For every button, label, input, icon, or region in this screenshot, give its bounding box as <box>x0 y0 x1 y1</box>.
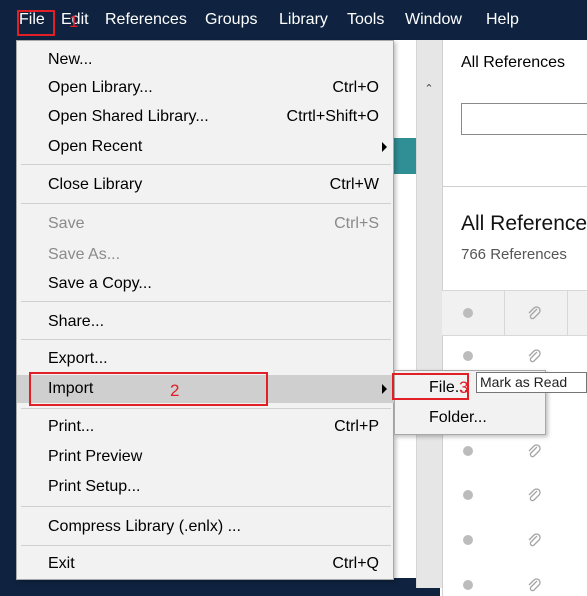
menu-item-label: Close Library <box>48 176 143 193</box>
submenu-arrow-icon <box>382 142 387 152</box>
file-menu: New... Open Library... Ctrl+O Open Share… <box>16 40 395 580</box>
menu-item-label: Open Shared Library... <box>48 108 209 125</box>
annotation-step-2: 2 <box>170 381 180 400</box>
annotation-box-file <box>17 10 55 36</box>
read-status-icon[interactable] <box>463 446 473 456</box>
menu-item-label: New... <box>48 51 93 68</box>
pane-divider <box>442 186 587 187</box>
attachment-icon <box>528 349 541 363</box>
submenu-item-folder[interactable]: Folder... <box>395 404 547 432</box>
menu-item-open-shared-library[interactable]: Open Shared Library... Ctrtl+Shift+O <box>17 104 395 129</box>
search-input[interactable] <box>461 103 587 135</box>
menu-separator <box>21 545 391 546</box>
menu-item-new[interactable]: New... <box>17 47 395 72</box>
menu-item-save-a-copy[interactable]: Save a Copy... <box>17 271 395 296</box>
column-separator[interactable] <box>567 290 568 336</box>
bottom-bar <box>0 578 440 596</box>
menu-item-label: Export... <box>48 350 108 367</box>
menu-item-print-setup[interactable]: Print Setup... <box>17 474 395 499</box>
menu-references[interactable]: References <box>105 0 187 40</box>
left-panel <box>0 40 16 596</box>
library-heading: All References <box>461 212 587 235</box>
menu-item-exit[interactable]: Exit Ctrl+Q <box>17 551 395 576</box>
attachment-icon <box>528 533 541 547</box>
menu-item-shortcut: Ctrl+P <box>334 418 379 435</box>
tooltip: Mark as Read <box>476 372 587 393</box>
menu-item-share[interactable]: Share... <box>17 309 395 334</box>
menu-item-close-library[interactable]: Close Library Ctrl+W <box>17 172 395 197</box>
menu-item-label: Open Library... <box>48 79 153 96</box>
menu-item-export[interactable]: Export... <box>17 346 395 371</box>
read-status-icon[interactable] <box>463 535 473 545</box>
annotation-step-1: 1 <box>69 12 79 31</box>
annotation-step-3: 3 <box>459 378 469 397</box>
annotation-box-file-submenu <box>392 373 469 400</box>
menu-tools[interactable]: Tools <box>347 0 384 40</box>
menu-separator <box>21 506 391 507</box>
menu-window[interactable]: Window <box>405 0 462 40</box>
menubar: File Edit References Groups Library Tool… <box>0 0 587 40</box>
read-status-icon[interactable] <box>463 351 473 361</box>
menu-item-label: Print Setup... <box>48 478 141 495</box>
column-separator[interactable] <box>504 290 505 336</box>
reference-count: 766 References <box>461 246 567 263</box>
menu-separator <box>21 164 391 165</box>
menu-item-label: Print Preview <box>48 448 143 465</box>
menu-library[interactable]: Library <box>279 0 328 40</box>
menu-item-shortcut: Ctrl+S <box>334 215 379 232</box>
menu-item-print-preview[interactable]: Print Preview <box>17 444 395 469</box>
menu-item-label: Save As... <box>48 246 121 263</box>
menu-separator <box>21 203 391 204</box>
menu-item-shortcut: Ctrtl+Shift+O <box>286 108 379 125</box>
attachment-icon <box>528 488 541 502</box>
scroll-up-icon[interactable]: ⌃ <box>420 82 438 98</box>
menu-item-print[interactable]: Print... Ctrl+P <box>17 414 395 439</box>
read-status-icon[interactable] <box>463 580 473 590</box>
menu-item-save-as[interactable]: Save As... <box>17 242 395 267</box>
menu-item-label: Save a Copy... <box>48 275 152 292</box>
read-status-icon[interactable] <box>463 308 473 318</box>
menu-item-compress-library[interactable]: Compress Library (.enlx) ... <box>17 514 395 539</box>
scrollbar[interactable] <box>416 40 442 588</box>
menu-item-shortcut: Ctrl+O <box>332 79 379 96</box>
menu-item-open-recent[interactable]: Open Recent <box>17 134 395 159</box>
menu-item-label: Exit <box>48 555 75 572</box>
pane-header-title: All References <box>461 54 566 71</box>
attachment-icon <box>528 578 541 592</box>
annotation-box-import <box>29 372 268 406</box>
menu-help[interactable]: Help <box>486 0 519 40</box>
menu-item-save[interactable]: Save Ctrl+S <box>17 211 395 236</box>
menu-separator <box>21 301 391 302</box>
menu-item-label: Compress Library (.enlx) ... <box>48 518 241 535</box>
menu-separator <box>21 339 391 340</box>
menu-item-label: Share... <box>48 313 105 330</box>
submenu-item-label: Folder... <box>429 409 487 426</box>
menu-item-label: Open Recent <box>48 138 143 155</box>
menu-groups[interactable]: Groups <box>205 0 257 40</box>
menu-item-shortcut: Ctrl+W <box>329 176 379 193</box>
submenu-arrow-icon <box>382 384 387 394</box>
menu-item-label: Print... <box>48 418 95 435</box>
read-status-icon[interactable] <box>463 490 473 500</box>
menu-item-open-library[interactable]: Open Library... Ctrl+O <box>17 75 395 100</box>
menu-item-shortcut: Ctrl+Q <box>332 555 379 572</box>
selected-group-indicator <box>394 138 416 174</box>
menu-item-label: Save <box>48 215 85 232</box>
attachment-icon <box>528 306 541 320</box>
menu-separator <box>21 408 391 409</box>
attachment-icon <box>528 444 541 458</box>
